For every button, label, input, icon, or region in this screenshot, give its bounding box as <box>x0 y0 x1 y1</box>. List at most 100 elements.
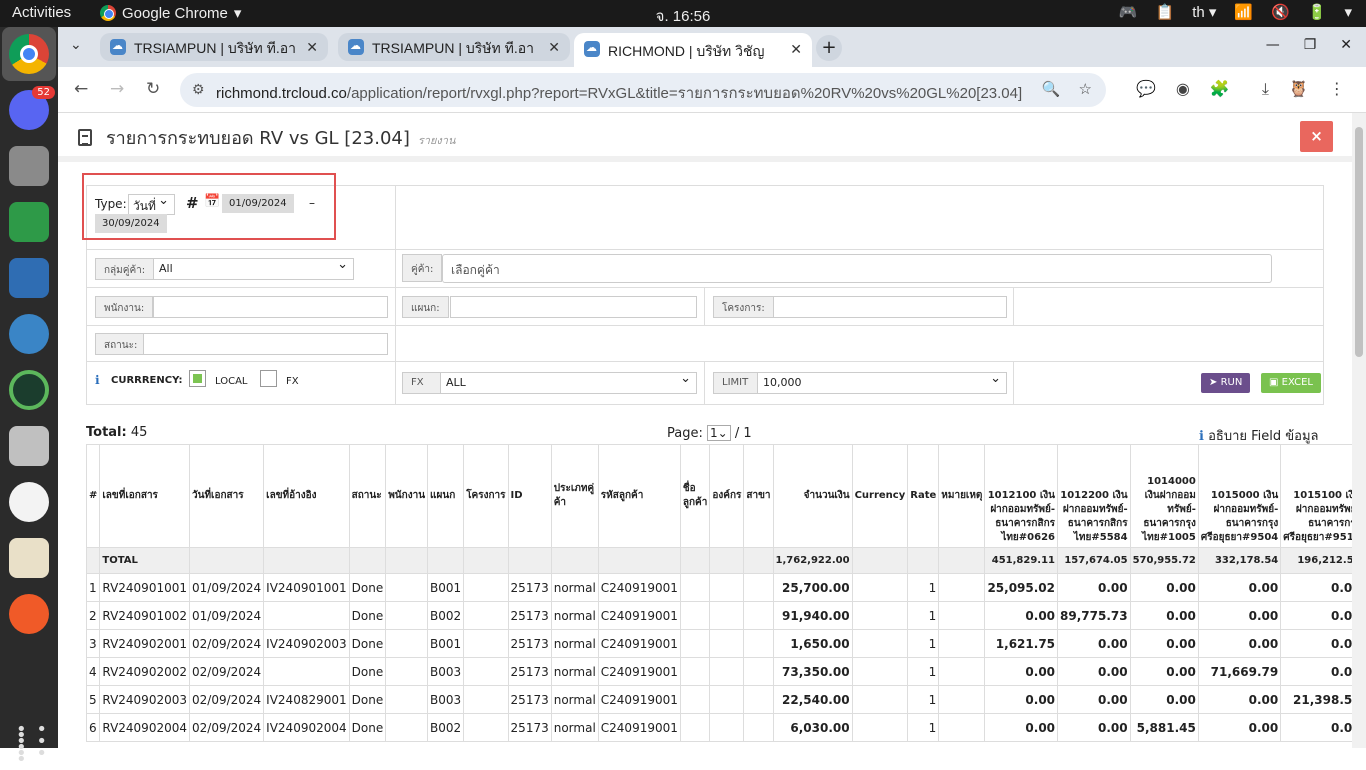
text-editor-dock-icon[interactable] <box>9 538 49 578</box>
column-header[interactable]: 1015100 เงินฝากออมทรัพย์-ธนาคารกรุงศรีอย… <box>1281 445 1363 548</box>
page-scrollbar[interactable] <box>1352 113 1366 748</box>
chrome-dock-icon[interactable] <box>9 34 49 74</box>
table-row[interactable]: 5RV24090200302/09/2024IV240829001DoneB00… <box>87 686 1366 714</box>
column-header[interactable]: Currency <box>852 445 908 548</box>
forward-icon[interactable]: → <box>110 79 124 99</box>
download-icon[interactable]: ⤓ <box>1262 79 1269 99</box>
browser-toolbar: ← → ↻ ⚙ richmond.trcloud.co/application/… <box>58 67 1366 113</box>
calculator-dock-icon[interactable] <box>9 426 49 466</box>
table-cell: Done <box>349 714 386 742</box>
aperture-dock-icon[interactable] <box>9 314 49 354</box>
column-header[interactable]: ประเภทคู่ค้า <box>551 445 598 548</box>
table-cell: 0.00 <box>1058 658 1131 686</box>
total-cell <box>264 548 349 574</box>
spreadsheet-dock-icon[interactable] <box>9 202 49 242</box>
column-header[interactable]: องค์กร <box>710 445 744 548</box>
field-help-link[interactable]: ℹ อธิบาย Field ข้อมูล <box>1199 425 1319 446</box>
table-cell: 0.00 <box>1198 714 1280 742</box>
close-report-button[interactable]: × <box>1300 121 1333 152</box>
presentation-dock-icon[interactable] <box>9 258 49 298</box>
run-button[interactable]: ➤ RUN <box>1201 373 1250 393</box>
local-checkbox[interactable] <box>189 370 206 387</box>
clipboard-tray-icon[interactable]: 📋 <box>1156 3 1175 21</box>
profile-avatar-icon[interactable]: 🦉 <box>1289 79 1309 99</box>
table-cell: 1 <box>908 574 939 602</box>
close-tab-icon[interactable]: ✕ <box>790 41 802 58</box>
status-input[interactable] <box>143 333 388 355</box>
site-info-icon[interactable]: ⚙ <box>192 81 205 98</box>
column-header[interactable]: โครงการ <box>464 445 508 548</box>
files-dock-icon[interactable] <box>9 146 49 186</box>
column-header[interactable]: เลขที่อ้างอิง <box>264 445 349 548</box>
table-row[interactable]: 6RV24090200402/09/2024IV240902004DoneB00… <box>87 714 1366 742</box>
table-row[interactable]: 1RV24090100101/09/2024IV240901001DoneB00… <box>87 574 1366 602</box>
column-header[interactable]: ชื่อลูกค้า <box>680 445 709 548</box>
column-header[interactable]: เลขที่เอกสาร <box>100 445 190 548</box>
volume-muted-icon[interactable]: 🔇 <box>1271 3 1290 21</box>
customer-input[interactable]: เลือกคู่ค้า <box>442 254 1272 283</box>
scrollbar-thumb[interactable] <box>1355 127 1363 357</box>
column-header[interactable]: ID <box>508 445 551 548</box>
table-cell <box>264 602 349 630</box>
kebab-menu-icon[interactable]: ⋮ <box>1329 79 1345 99</box>
close-window-icon[interactable]: ✕ <box>1340 37 1352 53</box>
limit-select[interactable]: 10,000 <box>757 372 1007 394</box>
table-row[interactable]: 4RV24090200202/09/2024DoneB00325173norma… <box>87 658 1366 686</box>
color-extension-icon[interactable]: ◉ <box>1176 79 1190 99</box>
activities-button[interactable]: Activities <box>12 4 71 21</box>
bookmark-star-icon[interactable]: ☆ <box>1079 80 1092 98</box>
table-row[interactable]: 2RV24090100201/09/2024DoneB00225173norma… <box>87 602 1366 630</box>
puzzle-extensions-icon[interactable]: 🧩 <box>1210 79 1230 99</box>
close-tab-icon[interactable]: ✕ <box>306 39 318 56</box>
fx-select[interactable]: ALL <box>440 372 697 394</box>
app-menu[interactable]: Google Chrome ▾ <box>100 4 241 22</box>
address-bar[interactable]: ⚙ richmond.trcloud.co/application/report… <box>180 73 1106 107</box>
back-icon[interactable]: ← <box>74 79 88 99</box>
zoom-icon[interactable]: 🔍 <box>1042 80 1061 98</box>
show-apps-icon[interactable]: • • •• • •• • • <box>16 727 58 763</box>
table-cell: 02/09/2024 <box>190 714 264 742</box>
wifi-icon[interactable]: 📶 <box>1234 3 1253 21</box>
new-tab-button[interactable]: + <box>816 35 842 61</box>
chat-extension-icon[interactable]: 💬 <box>1136 79 1156 99</box>
tab-trsiampun-2[interactable]: TRSIAMPUN | บริษัท ที.อา ✕ <box>338 33 570 61</box>
tab-trsiampun-1[interactable]: TRSIAMPUN | บริษัท ที.อา ✕ <box>100 33 328 61</box>
tab-richmond[interactable]: RICHMOND | บริษัท วิชัญ ✕ <box>574 33 812 67</box>
column-header[interactable]: 1012100 เงินฝากออมทรัพย์-ธนาคารกสิกรไทย#… <box>985 445 1058 548</box>
column-header[interactable]: 1012200 เงินฝากออมทรัพย์-ธนาคารกสิกรไทย#… <box>1058 445 1131 548</box>
reload-icon[interactable]: ↻ <box>146 79 160 99</box>
discord-tray-icon[interactable]: 🎮 <box>1119 3 1138 21</box>
discord-dock-icon[interactable]: 52 <box>9 90 49 130</box>
column-header[interactable]: 1014000 เงินฝากออมทรัพย์-ธนาคารกรุงไทย#1… <box>1130 445 1198 548</box>
employee-input[interactable] <box>153 296 388 318</box>
column-header[interactable]: จำนวนเงิน <box>773 445 852 548</box>
battery-icon[interactable]: 🔋 <box>1308 3 1327 21</box>
column-header[interactable]: สาขา <box>744 445 773 548</box>
column-header[interactable]: แผนก <box>428 445 464 548</box>
language-indicator[interactable]: th ▾ <box>1192 3 1216 21</box>
column-header[interactable]: 1015000 เงินฝากออมทรัพย์-ธนาคารกรุงศรีอย… <box>1198 445 1280 548</box>
fx-checkbox[interactable] <box>260 370 277 387</box>
column-header[interactable]: วันที่เอกสาร <box>190 445 264 548</box>
column-header[interactable]: Rate <box>908 445 939 548</box>
camera-dock-icon[interactable] <box>9 370 49 410</box>
table-cell <box>939 602 985 630</box>
tab-search-icon[interactable]: ⌄ <box>70 37 82 53</box>
customer-group-select[interactable]: All <box>153 258 354 280</box>
table-row[interactable]: 3RV24090200102/09/2024IV240902003DoneB00… <box>87 630 1366 658</box>
reader-dock-icon[interactable] <box>9 482 49 522</box>
column-header[interactable]: พนักงาน <box>386 445 428 548</box>
power-menu-icon[interactable]: ▾ <box>1344 3 1352 21</box>
excel-button[interactable]: ▣ EXCEL <box>1261 373 1321 393</box>
postman-dock-icon[interactable] <box>9 594 49 634</box>
project-input[interactable] <box>773 296 1007 318</box>
column-header[interactable]: รหัสลูกค้า <box>598 445 680 548</box>
close-tab-icon[interactable]: ✕ <box>548 39 560 56</box>
column-header[interactable]: # <box>87 445 100 548</box>
dept-input[interactable] <box>450 296 697 318</box>
column-header[interactable]: หมายเหตุ <box>939 445 985 548</box>
column-header[interactable]: สถานะ <box>349 445 386 548</box>
restore-icon[interactable]: ❐ <box>1304 37 1317 53</box>
minimize-icon[interactable]: — <box>1266 37 1280 53</box>
page-select[interactable]: 1⌄ <box>707 425 731 441</box>
